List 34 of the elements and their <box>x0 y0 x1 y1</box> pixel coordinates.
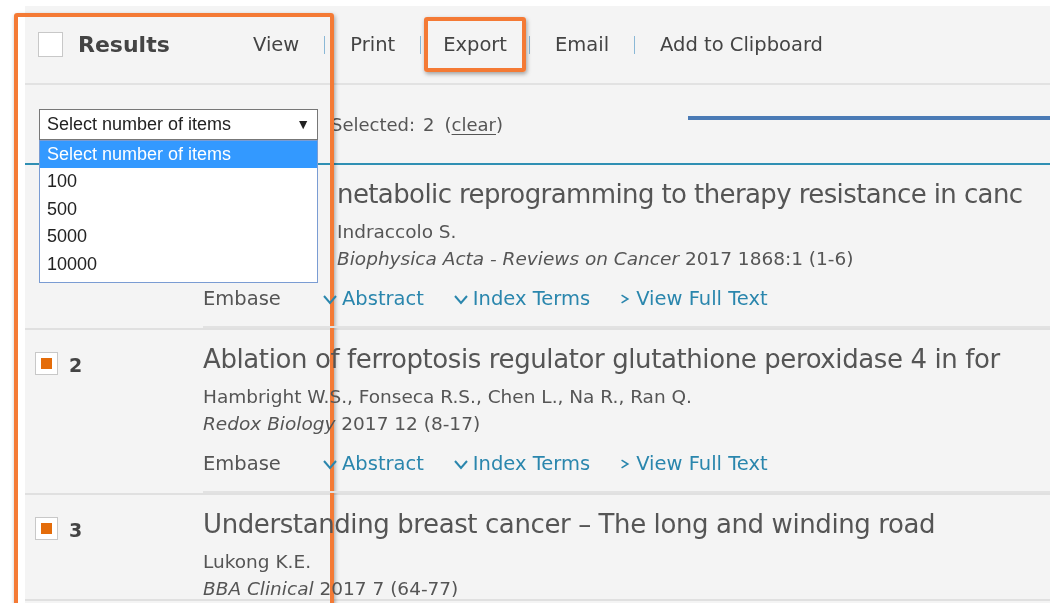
dropdown-option[interactable]: 500 <box>40 195 317 223</box>
toolbar-link[interactable]: View <box>250 33 303 56</box>
result-title[interactable]: netabolic reprogramming to therapy resistance in canc <box>337 179 1050 215</box>
dropdown-arrow: ▼ <box>296 116 310 132</box>
toolbar-link[interactable]: Email <box>552 33 613 56</box>
items-dropdown[interactable]: Select number of items ▼ <box>39 108 318 140</box>
result-authors: Lukong K.E. <box>203 551 312 572</box>
source-label: Embase <box>203 452 282 475</box>
selected-count: 2 <box>423 113 435 135</box>
result-number: 2 <box>69 354 83 376</box>
selected-label: Selected: <box>331 113 416 135</box>
result-authors: Indraccolo S. <box>337 221 458 242</box>
paren: ( <box>444 113 452 135</box>
clear-link[interactable]: clear <box>451 113 496 135</box>
select-all-checkbox[interactable] <box>38 32 63 57</box>
result-link[interactable]: Abstract <box>323 287 424 310</box>
result-link[interactable]: View Full Text <box>620 287 768 310</box>
result-link[interactable]: Index Terms <box>453 287 591 310</box>
result-checkbox[interactable] <box>35 517 58 540</box>
result-citation: Biophysica Acta - Reviews on Cancer 2017 1868:1 (1-6) <box>337 248 855 269</box>
results-heading: Results <box>78 32 171 57</box>
result-link[interactable]: Abstract <box>323 452 424 475</box>
dropdown-option[interactable]: 10000 <box>40 250 317 278</box>
dropdown-option[interactable]: 5000 <box>40 223 317 251</box>
result-link[interactable]: Index Terms <box>453 452 591 475</box>
toolbar-link[interactable]: Add to Clipboard <box>657 33 826 56</box>
result-checkbox[interactable] <box>35 352 58 375</box>
result-number: 3 <box>69 519 83 541</box>
paren: ) <box>496 113 503 135</box>
result-link[interactable]: View Full Text <box>620 452 768 475</box>
toolbar-link[interactable]: Export <box>424 17 526 72</box>
toolbar-link[interactable]: Print <box>347 33 399 56</box>
source-label: Embase <box>203 287 282 310</box>
dropdown-option[interactable]: 100 <box>40 168 317 196</box>
